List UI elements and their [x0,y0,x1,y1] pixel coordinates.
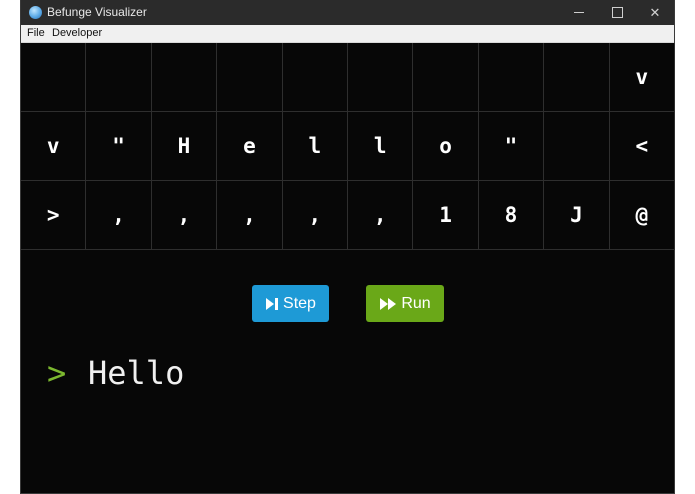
grid-cell: @ [609,181,675,250]
grid-cell: 1 [413,181,479,250]
step-label: Step [283,294,316,312]
grid-cell: > [21,181,87,250]
maximize-button[interactable] [598,0,636,25]
console-prompt: > [47,354,67,392]
step-button[interactable]: Step [252,285,329,322]
title-bar: Befunge Visualizer ✕ [21,0,674,25]
grid-cell [413,43,479,112]
grid-cell: v [609,43,675,112]
step-icon [266,297,279,310]
console-output: Hello [88,354,185,392]
grid-cell [151,43,218,112]
grid-cell [86,43,152,112]
menu-file[interactable]: File [25,25,47,42]
grid-cell [282,43,348,112]
grid-cell [544,43,610,112]
menu-developer[interactable]: Developer [50,25,104,42]
grid-cell: J [544,181,610,250]
grid-cell [21,43,87,112]
minimize-icon [574,12,584,13]
grid-cell: , [282,181,348,250]
fast-forward-icon [380,297,397,310]
minimize-button[interactable] [560,0,598,25]
app-icon [29,6,42,19]
grid-cell: v [21,112,87,181]
grid-cell: , [217,181,283,250]
grid-cell: l [282,112,348,181]
grid-cell: o [413,112,479,181]
grid-cell [478,43,545,112]
close-icon: ✕ [649,5,661,20]
grid-cell: " [478,112,545,181]
befunge-grid: v v " He l l o " < >,,,,, 1 8 J @ [21,43,675,250]
close-button[interactable]: ✕ [636,0,674,25]
grid-cell: H [151,112,218,181]
grid-cell: , [86,181,152,250]
run-button[interactable]: Run [366,285,444,322]
grid-cell: < [609,112,675,181]
menu-bar: File Developer [21,25,674,43]
grid-cell: l [348,112,414,181]
grid-cell: e [217,112,283,181]
grid-cell [544,112,610,181]
run-label: Run [401,294,431,312]
window-title: Befunge Visualizer [47,5,147,19]
grid-cell [217,43,283,112]
maximize-icon [611,7,623,18]
grid-cell: , [151,181,218,250]
grid-cell: 8 [478,181,545,250]
app-window: Befunge Visualizer ✕ File Developer v v " H… [20,0,675,494]
grid-cell: " [86,112,152,181]
grid-cell [348,43,414,112]
grid-cell: , [348,181,414,250]
